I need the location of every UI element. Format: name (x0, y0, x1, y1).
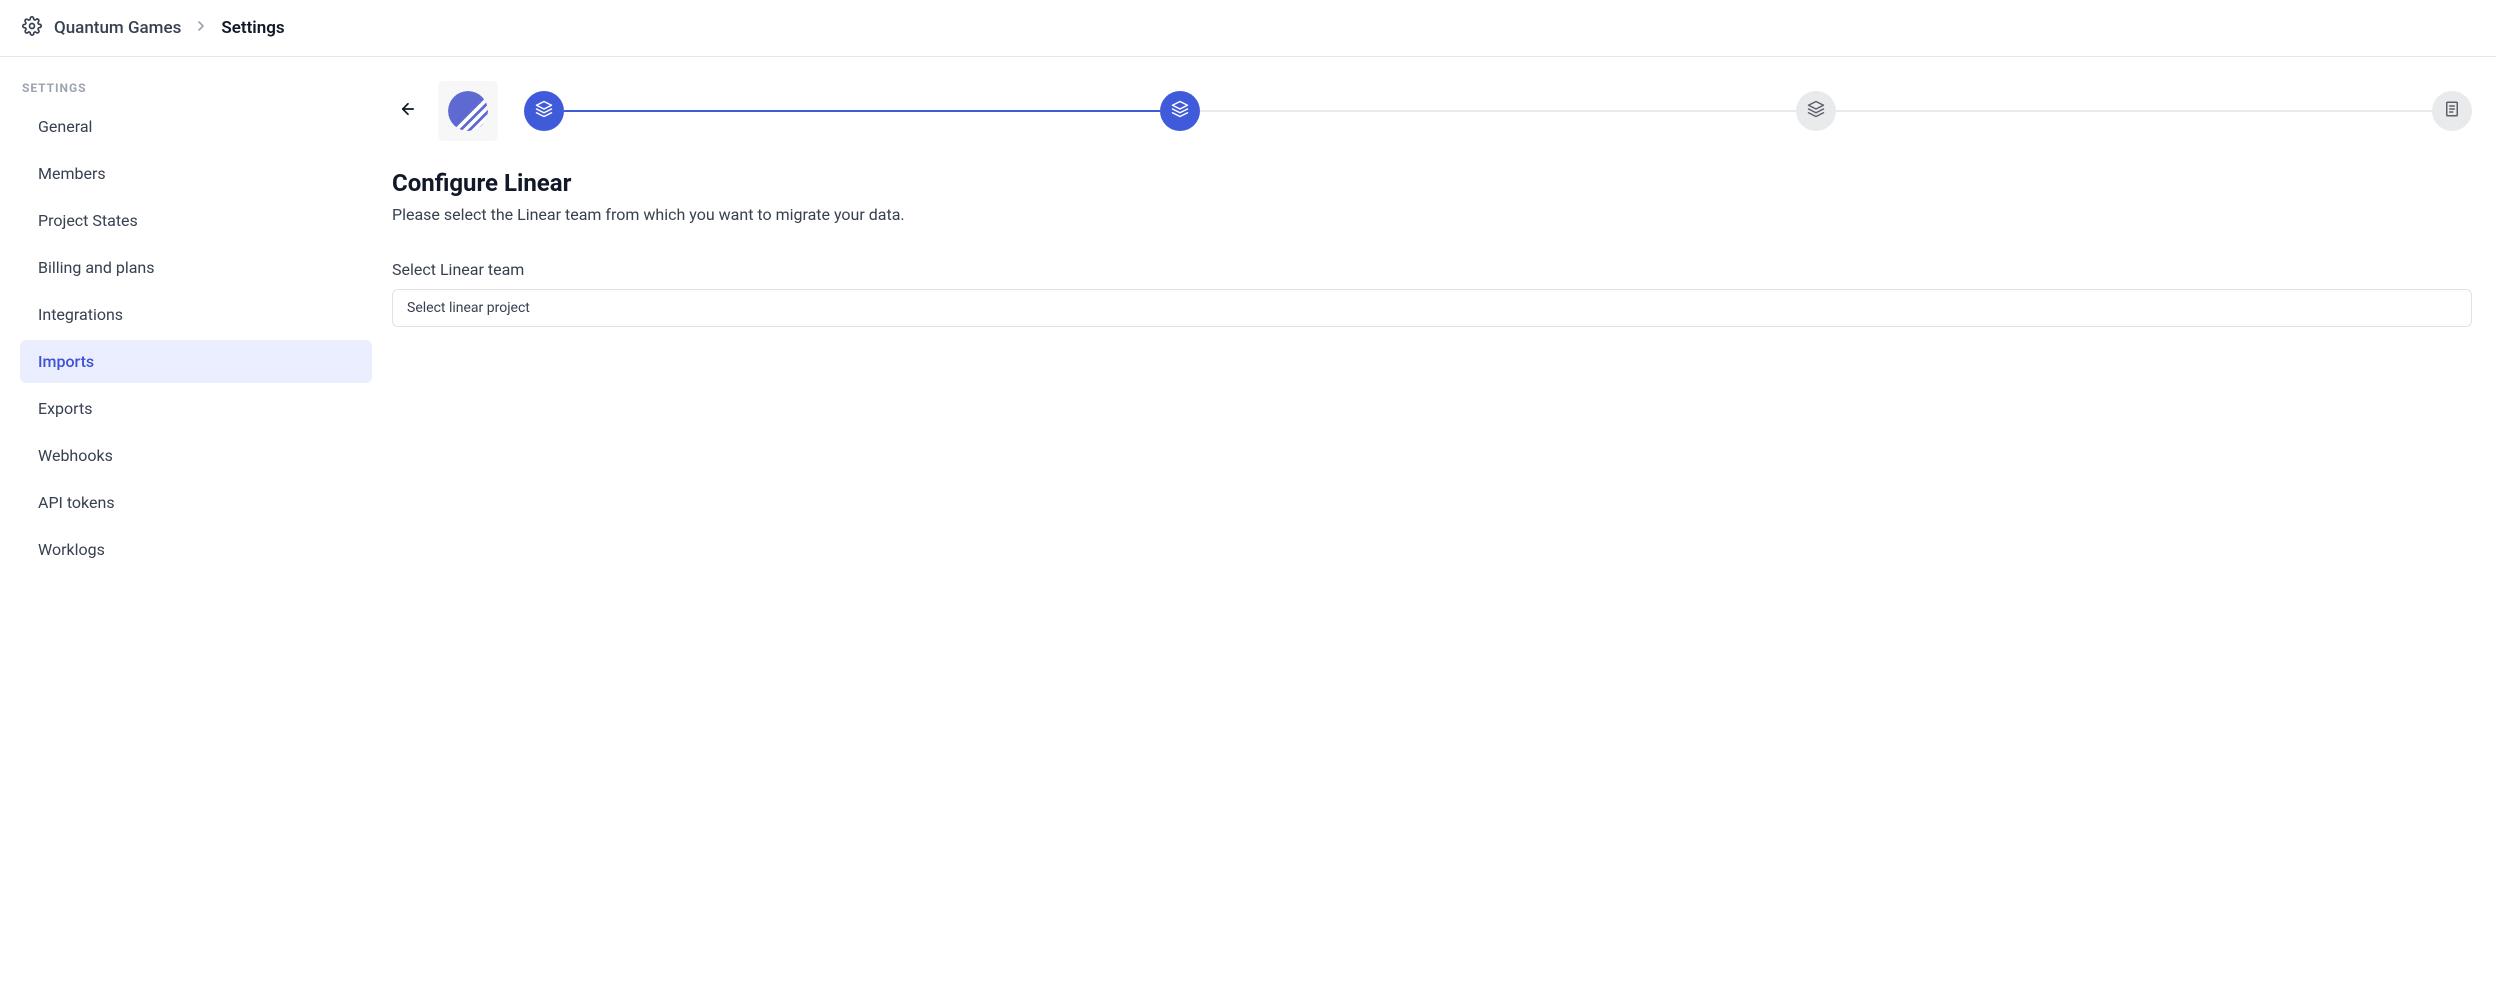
breadcrumb-page[interactable]: Settings (221, 18, 284, 38)
import-topbar (392, 81, 2472, 141)
step-4 (2432, 91, 2472, 131)
linear-logo (438, 81, 498, 141)
sidebar-heading: SETTINGS (20, 81, 372, 105)
layers-icon (1171, 100, 1189, 122)
step-line-3 (1836, 110, 2432, 112)
stepper (524, 91, 2472, 131)
sidebar-item-api-tokens[interactable]: API tokens (20, 481, 372, 524)
breadcrumb-org[interactable]: Quantum Games (54, 18, 181, 38)
step-3 (1796, 91, 1836, 131)
layers-icon (1807, 100, 1825, 122)
sidebar-item-webhooks[interactable]: Webhooks (20, 434, 372, 477)
main-content: Configure Linear Please select the Linea… (392, 57, 2496, 599)
sidebar-item-worklogs[interactable]: Worklogs (20, 528, 372, 571)
field-label-linear-team: Select Linear team (392, 260, 2472, 279)
arrow-left-icon (399, 100, 417, 122)
select-placeholder: Select linear project (407, 300, 530, 316)
header: Quantum Games Settings (0, 0, 2496, 57)
step-2 (1160, 91, 1200, 131)
step-line-1 (564, 110, 1160, 112)
breadcrumb: Quantum Games Settings (54, 18, 285, 39)
sidebar-item-members[interactable]: Members (20, 152, 372, 195)
sidebar-item-project-states[interactable]: Project States (20, 199, 372, 242)
sidebar: SETTINGS General Members Project States … (0, 57, 392, 599)
sidebar-item-general[interactable]: General (20, 105, 372, 148)
gear-icon (22, 16, 42, 40)
sidebar-item-imports[interactable]: Imports (20, 340, 372, 383)
page-subtitle: Please select the Linear team from which… (392, 205, 2472, 224)
chevron-right-icon (193, 18, 209, 39)
document-icon (2443, 100, 2461, 122)
step-1 (524, 91, 564, 131)
page-title: Configure Linear (392, 169, 2472, 197)
step-line-2 (1200, 110, 1796, 112)
linear-team-select[interactable]: Select linear project (392, 289, 2472, 327)
sidebar-item-exports[interactable]: Exports (20, 387, 372, 430)
sidebar-item-integrations[interactable]: Integrations (20, 293, 372, 336)
sidebar-item-billing[interactable]: Billing and plans (20, 246, 372, 289)
back-button[interactable] (392, 95, 424, 127)
layers-icon (535, 100, 553, 122)
